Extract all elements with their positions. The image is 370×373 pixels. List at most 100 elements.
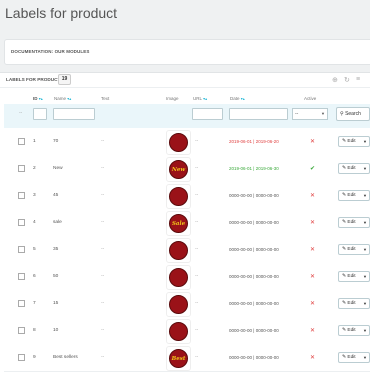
- row-id: 7: [33, 301, 36, 306]
- column-header-name[interactable]: Name ▾▴: [54, 96, 71, 101]
- filter-name-input[interactable]: [53, 108, 95, 120]
- chevron-down-icon[interactable]: ▼: [363, 164, 367, 174]
- chevron-down-icon[interactable]: ▼: [363, 245, 367, 255]
- row-edit-button[interactable]: ✎ Edit ▼: [338, 163, 370, 174]
- row-checkbox[interactable]: [18, 327, 25, 334]
- row-date: 0000-00-00 | 0000-00-00: [229, 328, 279, 333]
- column-header-image: Image: [166, 96, 179, 101]
- row-date: 2019-06-01 | 2019-06-30: [229, 166, 279, 171]
- row-active-toggle[interactable]: ✕: [310, 327, 315, 334]
- label-badge-image: Best: [169, 349, 188, 368]
- row-edit-button[interactable]: ✎ Edit ▼: [338, 298, 370, 309]
- row-id: 3: [33, 193, 36, 198]
- row-edit-button[interactable]: ✎ Edit ▼: [338, 325, 370, 336]
- filter-url-input[interactable]: [192, 108, 223, 120]
- chevron-down-icon[interactable]: ▼: [363, 326, 367, 336]
- chevron-down-icon[interactable]: ▼: [363, 191, 367, 201]
- row-active-toggle[interactable]: ✕: [310, 219, 315, 226]
- row-edit-button[interactable]: ✎ Edit ▼: [338, 136, 370, 147]
- row-id: 2: [33, 166, 36, 171]
- row-checkbox[interactable]: [18, 165, 25, 172]
- label-badge-image: Sale: [169, 214, 188, 233]
- documentation-panel[interactable]: DOCUMENTATION: OUR MODULES: [4, 39, 370, 65]
- database-icon[interactable]: ≡: [356, 76, 360, 83]
- row-checkbox[interactable]: [18, 138, 25, 145]
- row-checkbox[interactable]: [18, 273, 25, 280]
- row-edit-button[interactable]: ✎ Edit ▼: [338, 190, 370, 201]
- row-checkbox[interactable]: [18, 219, 25, 226]
- row-text: --: [101, 274, 105, 279]
- sort-arrows-icon[interactable]: ▾▴: [241, 96, 245, 101]
- row-text: --: [101, 166, 105, 171]
- filter-date-input[interactable]: [229, 108, 288, 120]
- refresh-icon[interactable]: ↻: [344, 76, 350, 84]
- row-id: 8: [33, 328, 36, 333]
- chevron-down-icon[interactable]: ▼: [363, 353, 367, 363]
- row-name: 35: [53, 247, 59, 252]
- table-row[interactable]: 7 15 -- -- 0000-00-00 | 0000-00-00 ✕ ✎ Edit ▼: [4, 290, 370, 318]
- filter-id-input[interactable]: [33, 108, 47, 120]
- row-id: 6: [33, 274, 36, 279]
- row-active-toggle[interactable]: ✕: [310, 300, 315, 307]
- row-url: --: [195, 355, 199, 360]
- row-active-toggle[interactable]: ✕: [310, 354, 315, 361]
- count-badge: 19: [58, 74, 71, 85]
- chevron-down-icon[interactable]: ▼: [363, 137, 367, 147]
- table-row[interactable]: 1 70 -- -- 2019-06-01 | 2019-06-20 ✕ ✎ Edit ▼: [4, 128, 370, 156]
- chevron-down-icon[interactable]: ▼: [363, 299, 367, 309]
- row-url: --: [195, 166, 199, 171]
- row-edit-button[interactable]: ✎ Edit ▼: [338, 352, 370, 363]
- row-checkbox[interactable]: [18, 192, 25, 199]
- table-row[interactable]: 8 10 -- -- 0000-00-00 | 0000-00-00 ✕ ✎ Edit ▼: [4, 317, 370, 345]
- sort-arrows-icon[interactable]: ▾▴: [67, 96, 71, 101]
- sort-arrows-icon[interactable]: ▾▴: [39, 96, 43, 101]
- label-badge-image: [169, 187, 188, 206]
- chevron-down-icon[interactable]: ▼: [363, 218, 367, 228]
- pencil-icon: ✎: [342, 193, 347, 198]
- search-button[interactable]: ⚲ Search: [336, 107, 370, 121]
- row-url: --: [195, 247, 199, 252]
- row-checkbox[interactable]: [18, 246, 25, 253]
- sort-arrows-icon[interactable]: ▾▴: [203, 96, 207, 101]
- row-name: New: [53, 166, 63, 171]
- label-thumbnail: [166, 238, 191, 263]
- documentation-link[interactable]: DOCUMENTATION: OUR MODULES: [11, 49, 89, 54]
- row-text: --: [101, 193, 105, 198]
- column-header-active: Active: [304, 96, 317, 101]
- column-header-date[interactable]: Date ▾▴: [230, 96, 245, 101]
- table-row[interactable]: 5 35 -- -- 0000-00-00 | 0000-00-00 ✕ ✎ Edit ▼: [4, 236, 370, 264]
- label-badge-text: Sale: [171, 221, 186, 227]
- row-edit-button[interactable]: ✎ Edit ▼: [338, 271, 370, 282]
- search-icon: ⚲: [340, 111, 344, 117]
- row-checkbox[interactable]: [18, 354, 25, 361]
- row-date: 0000-00-00 | 0000-00-00: [229, 274, 279, 279]
- row-url: --: [195, 139, 199, 144]
- chevron-down-icon[interactable]: ▼: [363, 272, 367, 282]
- row-active-toggle[interactable]: ✕: [310, 192, 315, 199]
- table-row[interactable]: 9 Best sellers -- Best -- 0000-00-00 | 0000-0…: [4, 344, 370, 372]
- row-edit-button[interactable]: ✎ Edit ▼: [338, 217, 370, 228]
- add-icon[interactable]: ⊕: [332, 76, 338, 84]
- table-row[interactable]: 6 50 -- -- 0000-00-00 | 0000-00-00 ✕ ✎ Edit ▼: [4, 263, 370, 291]
- row-date: 0000-00-00 | 0000-00-00: [229, 355, 279, 360]
- table-row[interactable]: 4 sale -- Sale -- 0000-00-00 | 0000-00-00 ✕ ✎ E…: [4, 209, 370, 237]
- row-active-toggle[interactable]: ✕: [310, 273, 315, 280]
- row-active-toggle[interactable]: ✔: [310, 165, 315, 172]
- label-badge-text: New: [171, 167, 186, 173]
- chevron-down-icon: ▼: [321, 111, 325, 116]
- row-date: 0000-00-00 | 0000-00-00: [229, 220, 279, 225]
- table-row[interactable]: 3 45 -- -- 0000-00-00 | 0000-00-00 ✕ ✎ Edit ▼: [4, 182, 370, 210]
- label-badge-text: Best: [171, 356, 186, 362]
- pencil-icon: ✎: [342, 139, 347, 144]
- table-row[interactable]: 2 New -- New -- 2019-06-01 | 2019-06-30 ✔ ✎ Edi…: [4, 155, 370, 183]
- row-name: 70: [53, 139, 59, 144]
- row-edit-button[interactable]: ✎ Edit ▼: [338, 244, 370, 255]
- row-active-toggle[interactable]: ✕: [310, 138, 315, 145]
- row-active-toggle[interactable]: ✕: [310, 246, 315, 253]
- row-checkbox[interactable]: [18, 300, 25, 307]
- filter-active-select[interactable]: -- ▼: [292, 108, 328, 120]
- column-header-url[interactable]: URL ▾▴: [193, 96, 207, 101]
- column-header-id[interactable]: ID ▾▴: [33, 96, 43, 101]
- label-thumbnail: Sale: [166, 211, 191, 236]
- row-name: Best sellers: [53, 355, 78, 360]
